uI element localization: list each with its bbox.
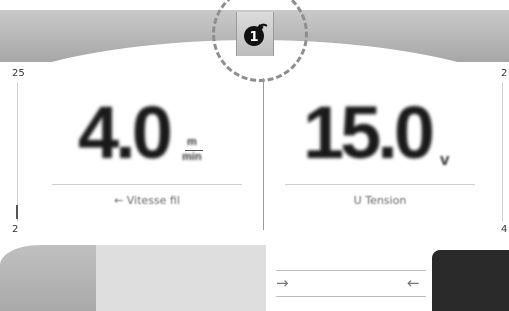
right-scale-max: 2 [501, 68, 508, 79]
left-scale-line [17, 82, 18, 222]
arrow-right-icon[interactable]: → [276, 274, 289, 292]
voltage-underline [285, 184, 475, 185]
wire-speed-unit-top: m [187, 136, 197, 148]
left-scale-max: 25 [12, 68, 25, 79]
wire-speed-unit-bottom: min [182, 151, 202, 163]
wire-speed-value: 4.0 [78, 91, 173, 174]
bottom-right-panel[interactable] [432, 250, 509, 311]
right-scale-min: 4 [501, 224, 508, 235]
left-scale-min: 2 [12, 224, 19, 235]
left-scale-indicator [16, 205, 18, 219]
right-scale-line [502, 82, 503, 222]
wire-speed-underline [52, 184, 242, 185]
arrow-box-bottom-line [276, 296, 426, 297]
bottom-left-panel[interactable] [0, 245, 266, 311]
arrow-left-icon[interactable]: ← [407, 274, 420, 292]
highlight-circle [212, 0, 308, 82]
wire-speed-label: ← Vitesse fil [114, 194, 180, 207]
voltage-unit: V [440, 150, 450, 169]
center-divider [263, 78, 264, 230]
voltage-value: 15.0 [303, 91, 435, 174]
arrow-box-top-line [276, 270, 426, 271]
bottom-left-light [96, 245, 266, 311]
voltage-label: U Tension [353, 194, 407, 207]
